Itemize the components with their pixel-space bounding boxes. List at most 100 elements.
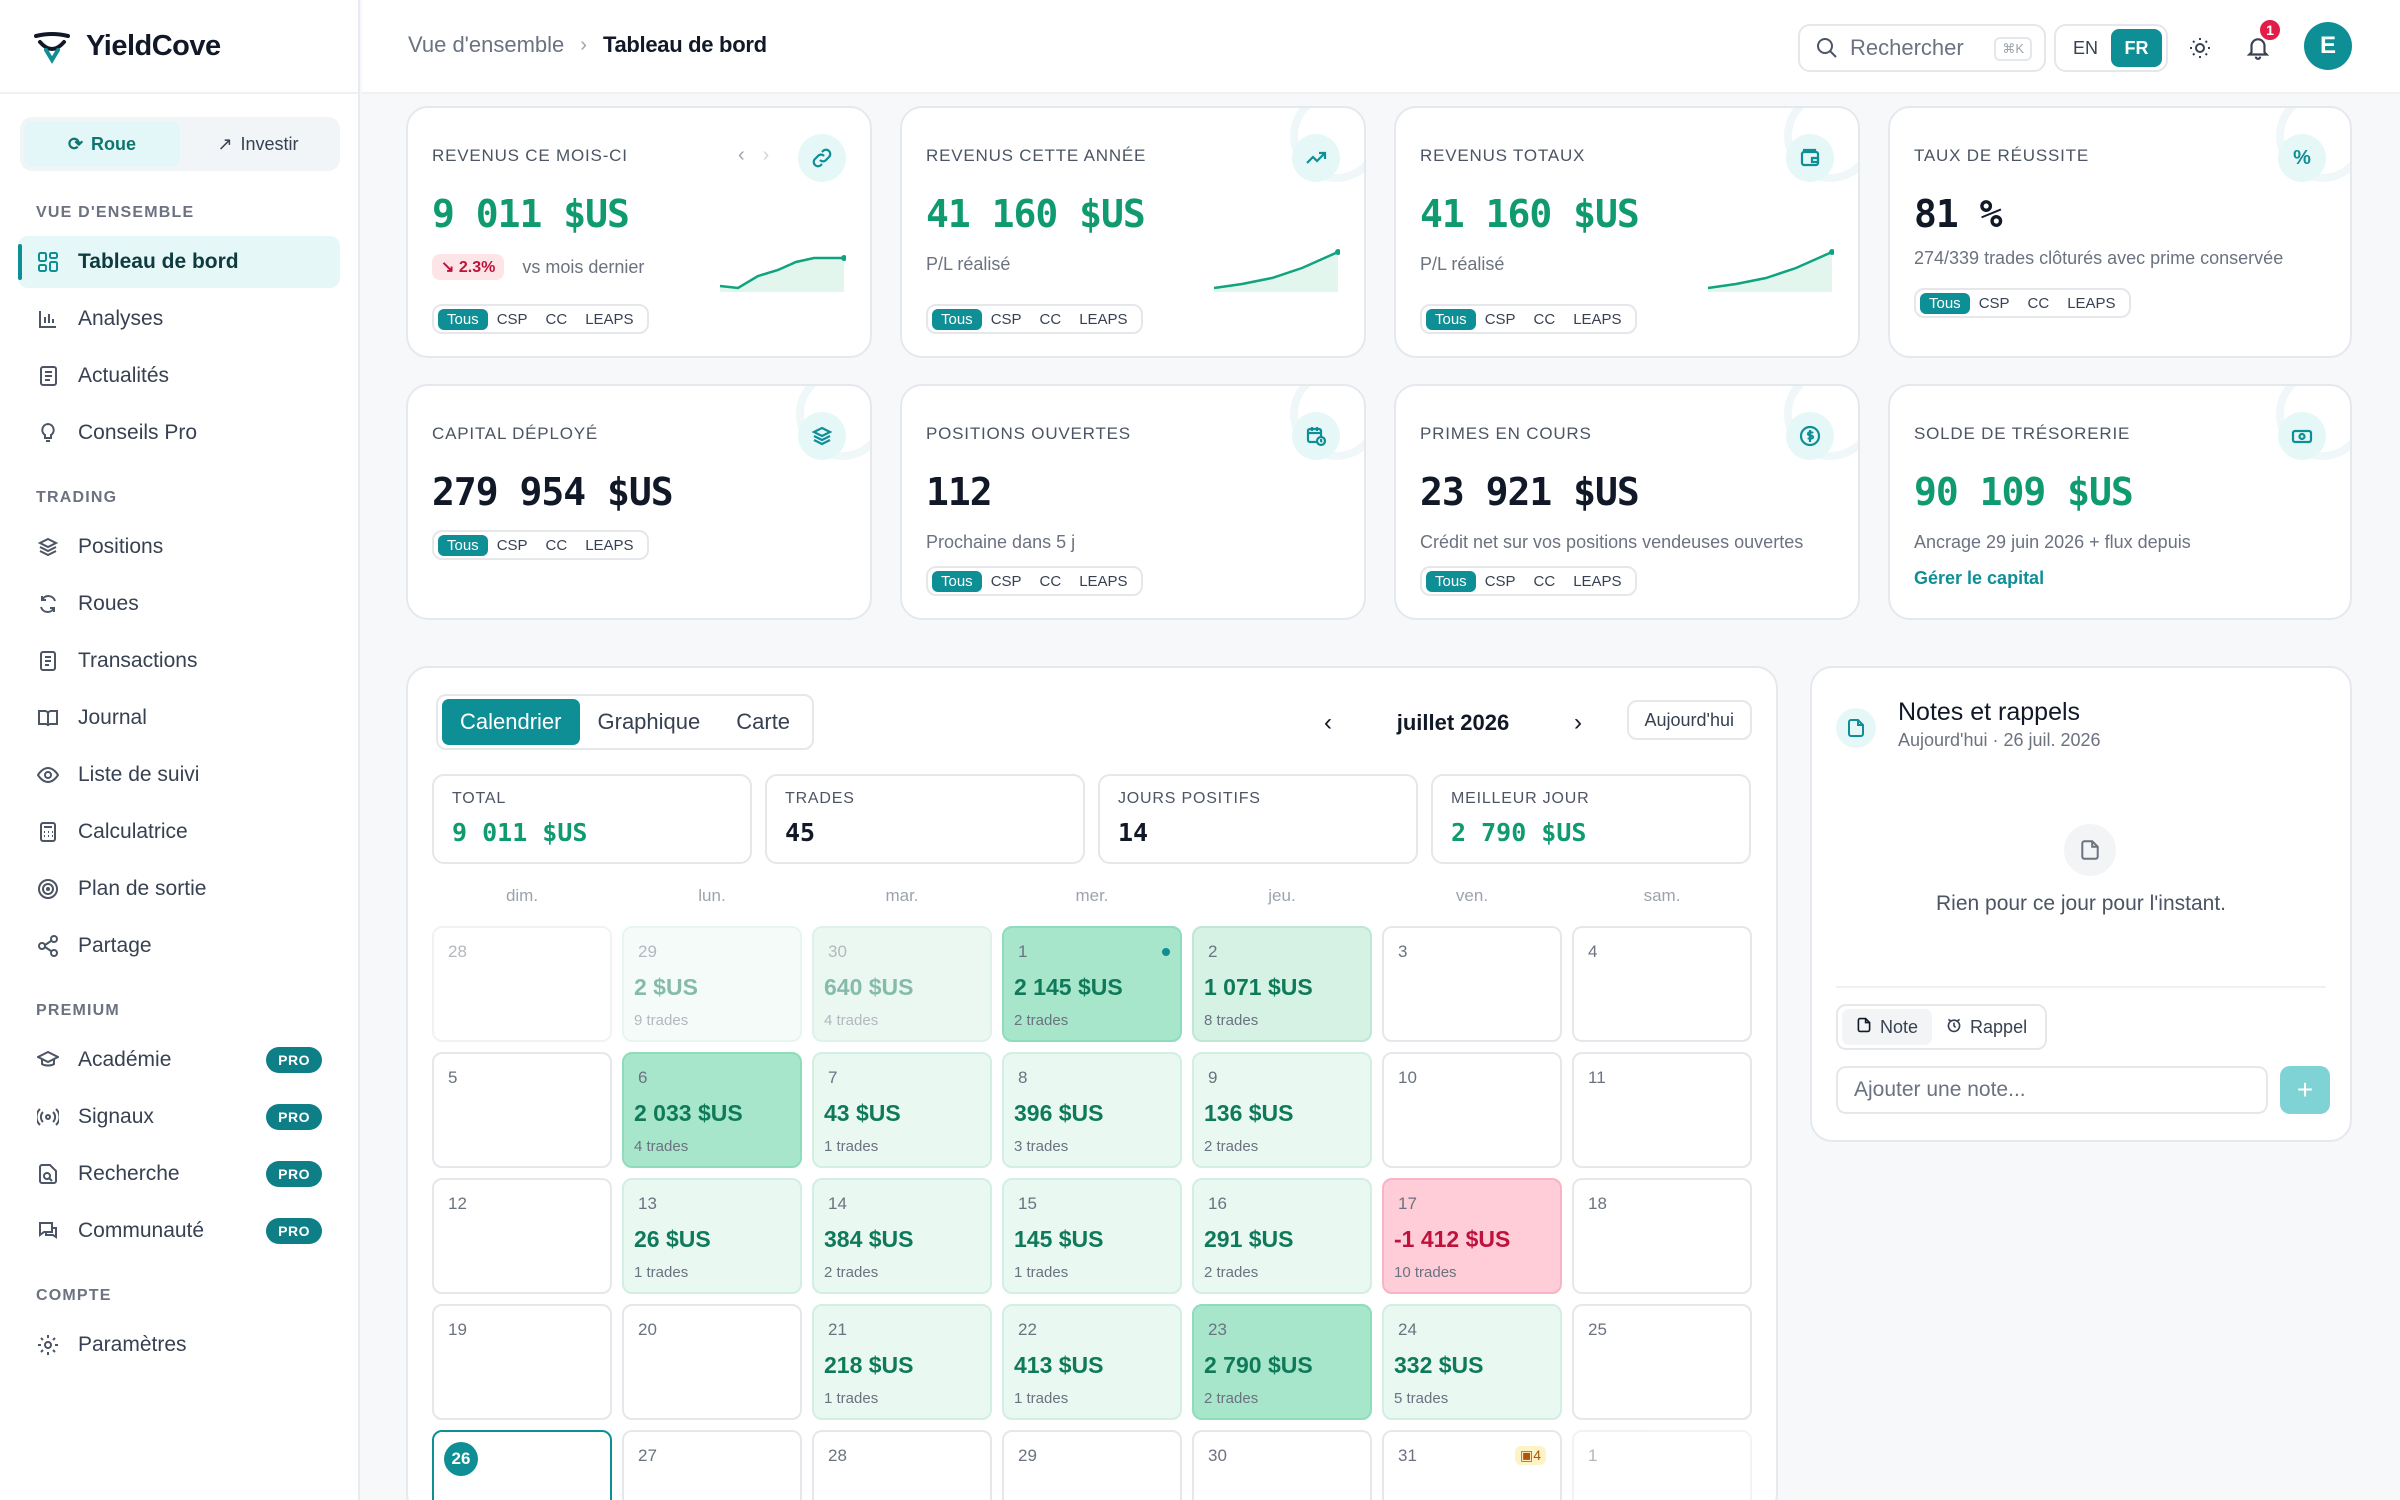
- breadcrumb-link[interactable]: Vue d'ensemble: [408, 32, 564, 58]
- sidebar-item-watchlist[interactable]: Liste de suivi: [18, 749, 340, 801]
- tab-chart[interactable]: Graphique: [580, 699, 719, 745]
- tab-calendar[interactable]: Calendrier: [442, 699, 580, 745]
- brand[interactable]: YieldCove: [0, 0, 358, 94]
- add-note-button[interactable]: +: [2280, 1066, 2330, 1114]
- calendar-day[interactable]: 14 384 $US 2 trades: [812, 1178, 992, 1294]
- sidebar-item-calculator[interactable]: Calculatrice: [18, 806, 340, 858]
- calendar-day[interactable]: 6 2 033 $US 4 trades: [622, 1052, 802, 1168]
- language-option-en[interactable]: EN: [2060, 29, 2111, 67]
- sidebar-item-community[interactable]: Communauté PRO: [18, 1205, 340, 1257]
- sidebar-item-signals[interactable]: Signaux PRO: [18, 1091, 340, 1143]
- calendar-day[interactable]: 31 ▣4: [1382, 1430, 1562, 1500]
- chevron-left-icon[interactable]: ‹: [738, 144, 745, 167]
- calendar-day[interactable]: 30 640 $US 4 trades: [812, 926, 992, 1042]
- sidebar-item-news[interactable]: Actualités: [18, 350, 340, 402]
- filter-csp[interactable]: CSP: [982, 571, 1031, 592]
- filter-all[interactable]: Tous: [1426, 570, 1476, 592]
- calendar-day[interactable]: 7 43 $US 1 trades: [812, 1052, 992, 1168]
- filter-all[interactable]: Tous: [438, 308, 488, 330]
- sidebar-item-journal[interactable]: Journal: [18, 692, 340, 744]
- filter-cc[interactable]: CC: [1525, 309, 1565, 330]
- filter-all[interactable]: Tous: [932, 308, 982, 330]
- filter-leaps[interactable]: LEAPS: [1070, 309, 1136, 330]
- mode-option-investir[interactable]: ↗ Investir: [180, 121, 336, 167]
- sidebar-item-research[interactable]: Recherche PRO: [18, 1148, 340, 1200]
- filter-all[interactable]: Tous: [1426, 308, 1476, 330]
- calendar-day[interactable]: 1: [1572, 1430, 1752, 1500]
- filter-cc[interactable]: CC: [2019, 293, 2059, 314]
- filter-cc[interactable]: CC: [1031, 571, 1071, 592]
- filter-csp[interactable]: CSP: [488, 309, 537, 330]
- filter-csp[interactable]: CSP: [488, 535, 537, 556]
- filter-cc[interactable]: CC: [537, 535, 577, 556]
- calendar-day[interactable]: 27: [622, 1430, 802, 1500]
- note-type-note[interactable]: Note: [1842, 1009, 1933, 1045]
- calendar-day[interactable]: 24 332 $US 5 trades: [1382, 1304, 1562, 1420]
- manage-capital-link[interactable]: Gérer le capital: [1914, 568, 2044, 589]
- calendar-day[interactable]: 29 2 $US 9 trades: [622, 926, 802, 1042]
- calendar-day[interactable]: 5: [432, 1052, 612, 1168]
- filter-leaps[interactable]: LEAPS: [1070, 571, 1136, 592]
- filter-leaps[interactable]: LEAPS: [576, 309, 642, 330]
- sidebar-item-positions[interactable]: Positions: [18, 521, 340, 573]
- calendar-day[interactable]: 21 218 $US 1 trades: [812, 1304, 992, 1420]
- calendar-day[interactable]: 4: [1572, 926, 1752, 1042]
- calendar-day[interactable]: 12: [432, 1178, 612, 1294]
- theme-toggle[interactable]: [2180, 28, 2220, 68]
- chevron-right-icon[interactable]: ›: [1558, 709, 1598, 737]
- language-option-fr[interactable]: FR: [2111, 29, 2162, 67]
- note-type-reminder[interactable]: Rappel: [1932, 1009, 2041, 1045]
- calendar-day[interactable]: 22 413 $US 1 trades: [1002, 1304, 1182, 1420]
- calendar-day[interactable]: 13 26 $US 1 trades: [622, 1178, 802, 1294]
- calendar-day[interactable]: 2 1 071 $US 8 trades: [1192, 926, 1372, 1042]
- calendar-day[interactable]: 10: [1382, 1052, 1562, 1168]
- calendar-day[interactable]: 1 2 145 $US 2 trades: [1002, 926, 1182, 1042]
- today-button[interactable]: Aujourd'hui: [1626, 700, 1752, 740]
- filter-all[interactable]: Tous: [932, 570, 982, 592]
- sidebar-item-share[interactable]: Partage: [18, 920, 340, 972]
- filter-all[interactable]: Tous: [1920, 292, 1970, 314]
- calendar-day[interactable]: 28: [812, 1430, 992, 1500]
- filter-csp[interactable]: CSP: [1970, 293, 2019, 314]
- calendar-day[interactable]: 23 2 790 $US 2 trades: [1192, 1304, 1372, 1420]
- filter-csp[interactable]: CSP: [982, 309, 1031, 330]
- filter-leaps[interactable]: LEAPS: [576, 535, 642, 556]
- notifications-button[interactable]: 1: [2238, 18, 2282, 68]
- chevron-left-icon[interactable]: ‹: [1308, 709, 1348, 737]
- filter-leaps[interactable]: LEAPS: [1564, 571, 1630, 592]
- chevron-right-icon[interactable]: ›: [763, 144, 770, 167]
- sidebar-item-academy[interactable]: Académie PRO: [18, 1034, 340, 1086]
- calendar-day[interactable]: 9 136 $US 2 trades: [1192, 1052, 1372, 1168]
- calendar-day[interactable]: 20: [622, 1304, 802, 1420]
- filter-leaps[interactable]: LEAPS: [2058, 293, 2124, 314]
- mode-option-roue[interactable]: ⟳ Roue: [24, 121, 180, 167]
- calendar-day[interactable]: 8 396 $US 3 trades: [1002, 1052, 1182, 1168]
- filter-csp[interactable]: CSP: [1476, 309, 1525, 330]
- filter-cc[interactable]: CC: [1525, 571, 1565, 592]
- filter-csp[interactable]: CSP: [1476, 571, 1525, 592]
- sidebar-item-analyses[interactable]: Analyses: [18, 293, 340, 345]
- sidebar-item-tips[interactable]: Conseils Pro: [18, 407, 340, 459]
- calendar-day[interactable]: 17 -1 412 $US 10 trades: [1382, 1178, 1562, 1294]
- sidebar-item-dashboard[interactable]: Tableau de bord: [18, 236, 340, 288]
- calendar-day[interactable]: 25: [1572, 1304, 1752, 1420]
- filter-cc[interactable]: CC: [537, 309, 577, 330]
- search-box[interactable]: Rechercher ⌘K: [1798, 24, 2046, 72]
- calendar-day[interactable]: 16 291 $US 2 trades: [1192, 1178, 1372, 1294]
- calendar-day[interactable]: 18: [1572, 1178, 1752, 1294]
- calendar-day[interactable]: 3: [1382, 926, 1562, 1042]
- calendar-day[interactable]: 28: [432, 926, 612, 1042]
- filter-leaps[interactable]: LEAPS: [1564, 309, 1630, 330]
- note-input[interactable]: [1836, 1066, 2268, 1114]
- calendar-day[interactable]: 11: [1572, 1052, 1752, 1168]
- tab-map[interactable]: Carte: [718, 699, 808, 745]
- sidebar-item-transactions[interactable]: Transactions: [18, 635, 340, 687]
- calendar-day[interactable]: 15 145 $US 1 trades: [1002, 1178, 1182, 1294]
- calendar-day[interactable]: 30: [1192, 1430, 1372, 1500]
- filter-all[interactable]: Tous: [438, 534, 488, 556]
- calendar-day[interactable]: 29: [1002, 1430, 1182, 1500]
- sidebar-item-settings[interactable]: Paramètres: [18, 1319, 340, 1371]
- sidebar-item-wheels[interactable]: Roues: [18, 578, 340, 630]
- avatar[interactable]: E: [2304, 22, 2352, 70]
- calendar-day-today[interactable]: 26: [432, 1430, 612, 1500]
